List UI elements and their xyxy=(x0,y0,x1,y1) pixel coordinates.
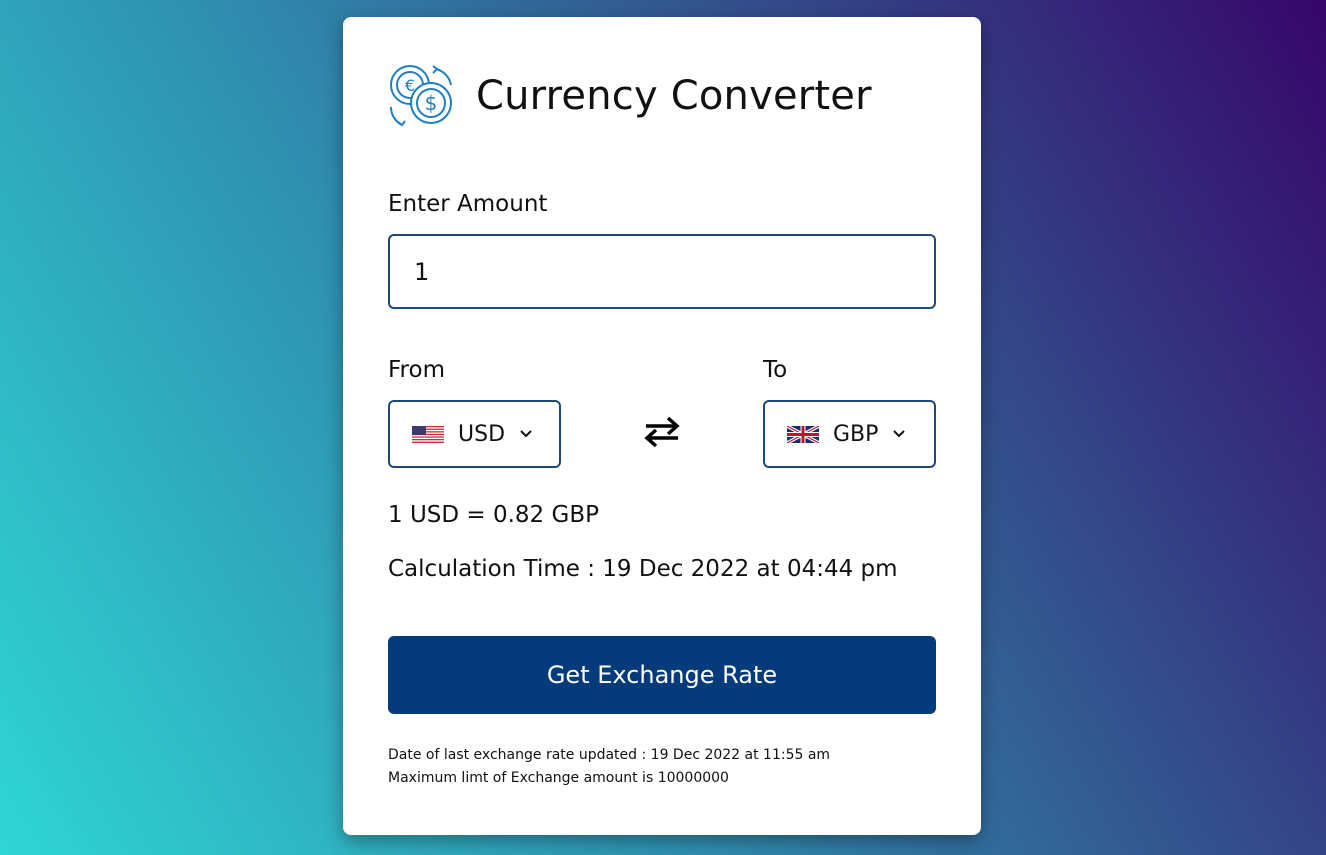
calculation-time: Calculation Time : 19 Dec 2022 at 04:44 … xyxy=(388,556,898,582)
from-label: From xyxy=(388,357,445,383)
exchange-rate-result: 1 USD = 0.82 GBP xyxy=(388,502,599,528)
chevron-down-icon xyxy=(520,430,532,438)
uk-flag-icon xyxy=(787,425,819,443)
svg-text:€: € xyxy=(405,76,415,95)
to-label: To xyxy=(763,357,788,383)
header: € $ Currency Converter xyxy=(388,63,872,129)
swap-arrows-icon[interactable] xyxy=(642,414,682,450)
to-currency-select[interactable]: GBP xyxy=(763,400,936,468)
from-currency-code: USD xyxy=(458,421,506,447)
get-exchange-rate-button[interactable]: Get Exchange Rate xyxy=(388,636,936,714)
max-limit-note: Maximum limt of Exchange amount is 10000… xyxy=(388,770,729,786)
us-flag-icon xyxy=(412,425,444,443)
chevron-down-icon xyxy=(893,430,906,438)
from-currency-select[interactable]: USD xyxy=(388,400,561,468)
page-title: Currency Converter xyxy=(476,73,872,119)
svg-text:$: $ xyxy=(425,91,438,115)
amount-label: Enter Amount xyxy=(388,191,548,217)
to-currency-code: GBP xyxy=(833,421,879,447)
currency-exchange-icon: € $ xyxy=(389,65,452,127)
last-updated-note: Date of last exchange rate updated : 19 … xyxy=(388,747,831,763)
converter-card: € $ Currency Converter Enter Amount From… xyxy=(343,17,981,835)
amount-input[interactable] xyxy=(388,234,936,309)
